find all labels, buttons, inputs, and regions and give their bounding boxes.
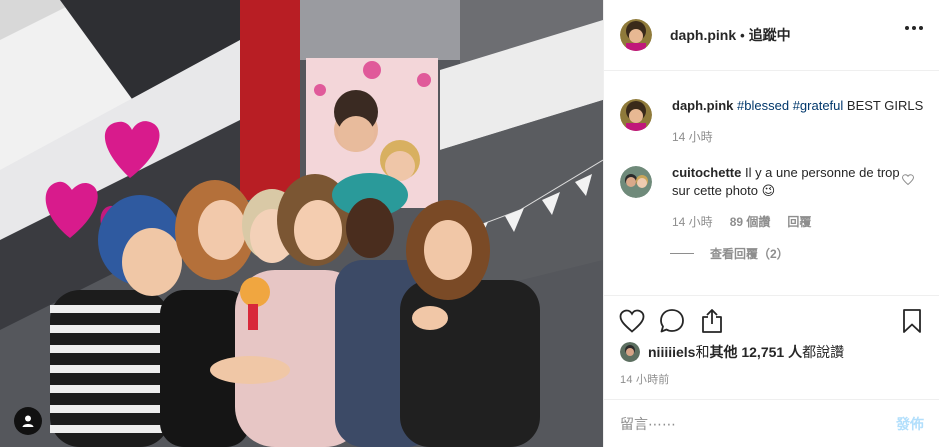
- comment-username[interactable]: cuitochette: [672, 165, 741, 180]
- like-button[interactable]: [612, 301, 652, 341]
- comment-likes[interactable]: 89 個讚: [730, 213, 771, 230]
- user-icon: [22, 415, 34, 427]
- replies-divider: [670, 253, 694, 254]
- following-button[interactable]: 追蹤中: [749, 25, 791, 45]
- share-icon: [702, 308, 722, 333]
- tagged-users-button[interactable]: [14, 407, 42, 435]
- action-bar: [604, 295, 939, 345]
- comments-section: daph.pink #blessed #grateful BEST GIRLS …: [604, 72, 939, 294]
- comment-button[interactable]: [652, 301, 692, 341]
- view-replies-button[interactable]: 查看回覆（2）: [670, 245, 924, 262]
- caption-avatar[interactable]: [620, 99, 652, 131]
- liker-username[interactable]: niiiiiels: [648, 344, 695, 360]
- post-side-panel: daph.pink • 追蹤中 daph.pink #blessed #grat…: [603, 0, 939, 447]
- caption: daph.pink #blessed #grateful BEST GIRLS …: [620, 97, 924, 145]
- more-options-icon[interactable]: [905, 26, 923, 30]
- caption-time[interactable]: 14 小時: [672, 128, 713, 145]
- comment-text: cuitochette Il y a une personne de trop …: [672, 164, 924, 200]
- post-timestamp[interactable]: 14 小時前: [620, 371, 670, 387]
- save-button[interactable]: [892, 301, 932, 341]
- party-photo-illustration: [0, 0, 603, 447]
- author-avatar[interactable]: [620, 19, 652, 51]
- comment-avatar[interactable]: [620, 166, 652, 198]
- bookmark-icon: [903, 308, 921, 333]
- liker-avatar[interactable]: [620, 342, 640, 362]
- comment-time[interactable]: 14 小時: [672, 213, 713, 230]
- hashtag-blessed[interactable]: #blessed: [737, 98, 789, 113]
- comment-meta: 14 小時 89 個讚 回覆: [672, 213, 924, 230]
- post-comment-button[interactable]: 發佈: [896, 414, 924, 434]
- likes-count[interactable]: 其他 12,751 人: [709, 342, 802, 362]
- caption-username[interactable]: daph.pink: [672, 98, 733, 113]
- comment-reply-button[interactable]: 回覆: [787, 213, 811, 230]
- comment-item: cuitochette Il y a une personne de trop …: [620, 164, 924, 262]
- author-username[interactable]: daph.pink: [670, 27, 736, 43]
- like-comment-heart-icon[interactable]: [902, 174, 914, 186]
- add-comment-bar: 發佈: [604, 399, 939, 447]
- post-header: daph.pink • 追蹤中: [604, 0, 939, 71]
- share-button[interactable]: [692, 301, 732, 341]
- header-separator: •: [740, 27, 745, 43]
- caption-meta: 14 小時: [672, 128, 924, 145]
- hashtag-grateful[interactable]: #grateful: [793, 98, 844, 113]
- post-photo[interactable]: [0, 0, 603, 447]
- likes-summary: niiiiiels 和 其他 12,751 人 都說讚: [620, 342, 844, 362]
- heart-icon: [619, 309, 645, 333]
- comment-input[interactable]: [620, 415, 896, 432]
- view-replies-label: 查看回覆（2）: [710, 247, 789, 261]
- likes-suffix: 都說讚: [802, 344, 845, 360]
- caption-body: BEST GIRLS: [843, 98, 924, 113]
- likes-and: 和: [695, 344, 710, 360]
- caption-text: daph.pink #blessed #grateful BEST GIRLS: [672, 97, 924, 115]
- speech-bubble-icon: [660, 308, 684, 332]
